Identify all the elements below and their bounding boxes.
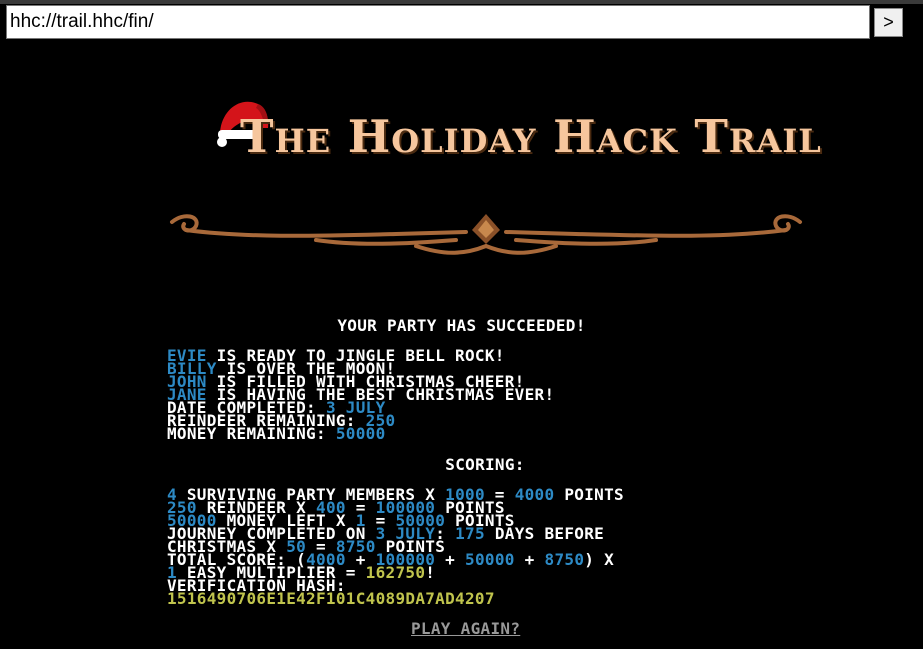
url-input[interactable]	[6, 5, 870, 39]
success-headline: YOUR PARTY HAS SUCCEEDED!	[337, 316, 586, 335]
money-remaining-label: MONEY REMAINING:	[167, 424, 326, 443]
points-word: POINTS	[564, 485, 624, 504]
game-title-banner: The Holiday Hack Trail	[200, 88, 821, 178]
party-status-block: EVIE IS READY TO JINGLE BELL ROCK! BILLY…	[167, 348, 554, 443]
total-score: 162750	[365, 563, 426, 582]
scoring-title: SCORING:	[445, 455, 525, 474]
go-button[interactable]: >	[874, 8, 903, 37]
total-term: 50000	[465, 550, 515, 569]
days-text: DAYS BEFORE	[494, 524, 605, 543]
verification-hash-value: 1516490706E1E42F101C4089DA7AD4207	[167, 589, 495, 608]
members-points: 4000	[514, 485, 555, 504]
money-remaining-row: MONEY REMAINING: 50000	[167, 424, 554, 443]
window-top-strip	[0, 0, 923, 4]
play-again-link[interactable]: PLAY AGAIN?	[411, 621, 520, 637]
days-value: 175	[455, 524, 485, 543]
game-title: The Holiday Hack Trail	[240, 110, 822, 163]
money-remaining-value: 50000	[335, 424, 386, 443]
scroll-ornament	[170, 214, 802, 255]
score-breakdown: 4 SURVIVING PARTY MEMBERS X 1000 = 4000 …	[167, 485, 624, 608]
total-term: 8750	[544, 550, 585, 569]
